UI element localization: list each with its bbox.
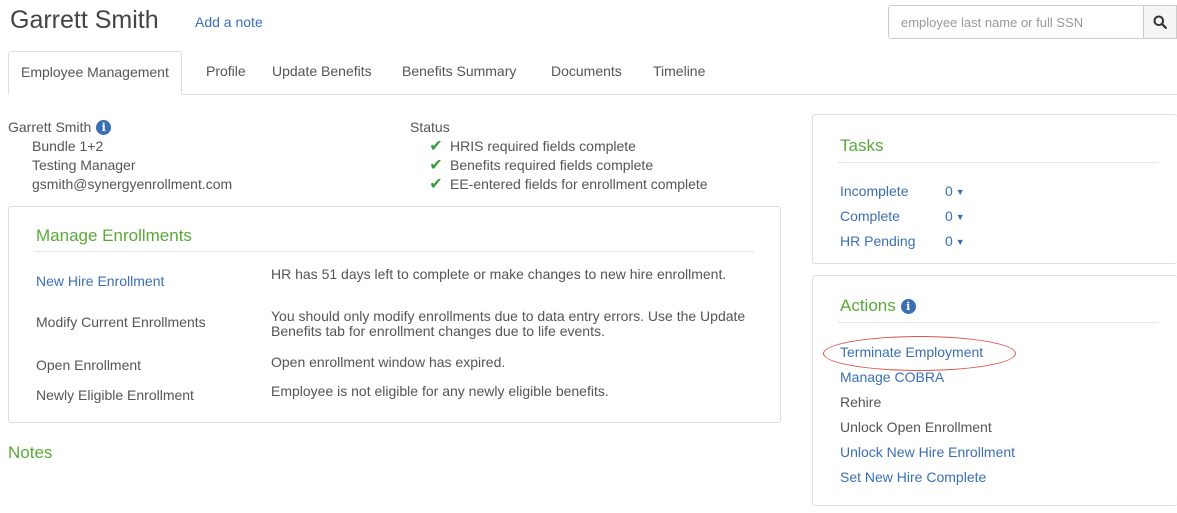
- task-label[interactable]: Complete: [840, 208, 945, 224]
- check-icon: ✔: [429, 157, 443, 174]
- tasks-title: Tasks: [840, 136, 884, 155]
- check-icon: ✔: [429, 176, 443, 193]
- tab-documents[interactable]: Documents: [539, 51, 634, 94]
- page-title: Garrett Smith: [10, 6, 159, 34]
- employee-search-input[interactable]: [888, 5, 1144, 39]
- task-row-incomplete[interactable]: Incomplete 0 ▼: [840, 183, 965, 199]
- check-icon: ✔: [429, 138, 443, 155]
- tasks-panel: Tasks Incomplete 0 ▼ Complete 0 ▼ HR Pendi…: [812, 114, 1177, 264]
- task-count-dropdown[interactable]: 0 ▼: [945, 208, 965, 224]
- manage-enrollments-panel: Manage Enrollments New Hire Enrollment H…: [8, 206, 781, 423]
- task-count: 0: [945, 183, 953, 199]
- status-item: EE-entered fields for enrollment complet…: [450, 176, 708, 192]
- actions-title-row: Actions i: [840, 296, 916, 316]
- manage-cobra-link[interactable]: Manage COBRA: [840, 369, 944, 385]
- search-icon: [1153, 15, 1167, 29]
- caret-down-icon: ▼: [955, 187, 965, 198]
- status-item: Benefits required fields complete: [450, 157, 654, 173]
- set-new-hire-complete-link[interactable]: Set New Hire Complete: [840, 469, 986, 485]
- divider: [838, 322, 1158, 323]
- actions-panel: Actions i Terminate Employment Manage CO…: [812, 275, 1177, 506]
- enrollment-label: Newly Eligible Enrollment: [36, 387, 194, 403]
- task-row-complete[interactable]: Complete 0 ▼: [840, 208, 965, 224]
- tab-bar: Employee Management Profile Update Benef…: [8, 51, 1177, 95]
- search-button[interactable]: [1143, 5, 1177, 39]
- tab-profile[interactable]: Profile: [194, 51, 258, 94]
- tab-employee-management[interactable]: Employee Management: [8, 51, 182, 95]
- add-note-link[interactable]: Add a note: [195, 14, 263, 30]
- enrollment-desc: You should only modify enrollments due t…: [271, 308, 746, 339]
- caret-down-icon: ▼: [955, 237, 965, 248]
- enrollment-label: Modify Current Enrollments: [36, 314, 206, 330]
- task-row-hr-pending[interactable]: HR Pending 0 ▼: [840, 233, 965, 249]
- status-title: Status: [410, 119, 450, 135]
- status-item: HRIS required fields complete: [450, 138, 636, 154]
- divider: [34, 251, 754, 252]
- notes-title: Notes: [8, 443, 53, 462]
- employee-email: gsmith@synergyenrollment.com: [32, 176, 233, 192]
- caret-down-icon: ▼: [955, 212, 965, 223]
- new-hire-enrollment-link[interactable]: New Hire Enrollment: [36, 274, 266, 289]
- enrollment-desc: Employee is not eligible for any newly e…: [271, 383, 609, 399]
- task-count: 0: [945, 233, 953, 249]
- status-section: Status ✔ HRIS required fields complete ✔ B…: [410, 118, 708, 194]
- employee-title: Testing Manager: [32, 157, 136, 173]
- employee-bundle: Bundle 1+2: [32, 138, 104, 154]
- employee-info: Garrett Smith i Bundle 1+2 Testing Manag…: [8, 118, 232, 194]
- enrollment-desc: HR has 51 days left to complete or make …: [271, 266, 727, 282]
- task-count: 0: [945, 208, 953, 224]
- rehire-action: Rehire: [840, 394, 882, 410]
- task-label[interactable]: HR Pending: [840, 233, 945, 249]
- info-icon[interactable]: i: [900, 298, 916, 314]
- info-icon[interactable]: i: [96, 120, 112, 135]
- enrollment-label: Open Enrollment: [36, 357, 142, 373]
- divider: [838, 162, 1158, 163]
- manage-enrollments-title: Manage Enrollments: [36, 226, 192, 245]
- actions-title: Actions: [840, 296, 896, 315]
- tab-update-benefits[interactable]: Update Benefits: [260, 51, 384, 94]
- task-count-dropdown[interactable]: 0 ▼: [945, 233, 965, 249]
- unlock-new-hire-enrollment-link[interactable]: Unlock New Hire Enrollment: [840, 444, 1015, 460]
- tab-timeline[interactable]: Timeline: [641, 51, 717, 94]
- tab-benefits-summary[interactable]: Benefits Summary: [390, 51, 528, 94]
- task-label[interactable]: Incomplete: [840, 183, 945, 199]
- employee-name: Garrett Smith: [8, 119, 92, 135]
- task-count-dropdown[interactable]: 0 ▼: [945, 183, 965, 199]
- terminate-employment-link[interactable]: Terminate Employment: [840, 344, 983, 360]
- enrollment-desc: Open enrollment window has expired.: [271, 354, 506, 370]
- unlock-open-enrollment-action: Unlock Open Enrollment: [840, 419, 992, 435]
